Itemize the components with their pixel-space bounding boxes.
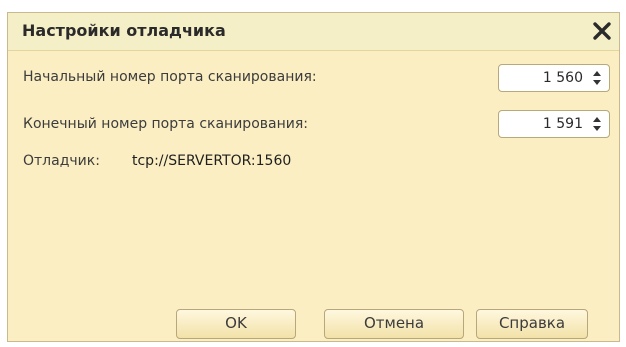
help-button[interactable]: Справка <box>476 309 588 339</box>
end-port-value[interactable]: 1 591 <box>543 116 583 132</box>
close-button[interactable] <box>589 18 615 44</box>
debugger-label: Отладчик: <box>23 153 100 169</box>
debugger-settings-dialog: Настройки отладчика Начальный номер порт… <box>7 12 620 342</box>
cancel-button[interactable]: Отмена <box>324 309 464 339</box>
ok-button[interactable]: OK <box>176 309 296 339</box>
spinner-arrows-icon[interactable] <box>591 69 603 87</box>
spinner-arrows-icon[interactable] <box>591 115 603 133</box>
dialog-title: Настройки отладчика <box>22 21 226 40</box>
end-port-label: Конечный номер порта сканирования: <box>23 116 308 132</box>
title-bar: Настройки отладчика <box>8 13 619 51</box>
start-port-value[interactable]: 1 560 <box>543 70 583 86</box>
debugger-address: tcp://SERVERTOR:1560 <box>132 153 292 169</box>
start-port-label: Начальный номер порта сканирования: <box>23 69 317 85</box>
start-port-spinbox[interactable]: 1 560 <box>498 64 610 92</box>
close-icon <box>593 22 611 40</box>
end-port-spinbox[interactable]: 1 591 <box>498 110 610 138</box>
